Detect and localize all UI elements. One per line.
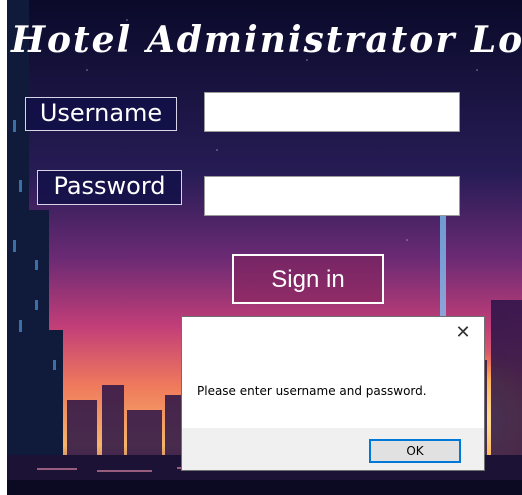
- dialog-message: Please enter username and password.: [197, 384, 427, 398]
- message-dialog: ✕ Please enter username and password. OK: [181, 316, 485, 471]
- dialog-footer: OK: [182, 428, 484, 470]
- username-input[interactable]: [204, 92, 460, 132]
- page-title: Hotel Administrator Logi: [11, 19, 522, 61]
- close-icon[interactable]: ✕: [452, 322, 474, 344]
- password-input[interactable]: [204, 176, 460, 216]
- sign-in-button[interactable]: Sign in: [232, 254, 384, 304]
- username-label: Username: [25, 97, 177, 131]
- password-label: Password: [37, 170, 182, 205]
- ok-button[interactable]: OK: [369, 439, 461, 463]
